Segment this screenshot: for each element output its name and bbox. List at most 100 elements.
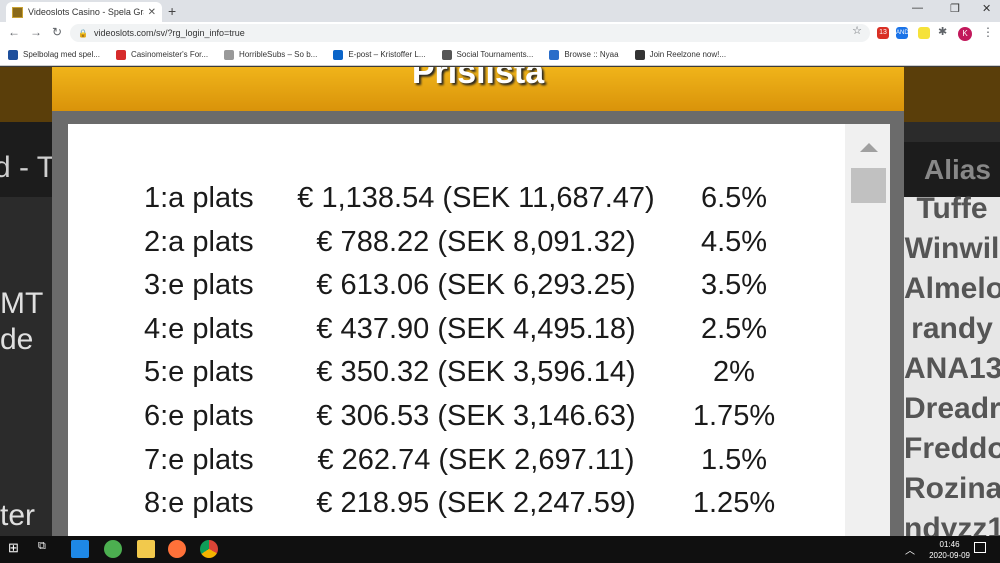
prize-place: 1:a plats	[144, 182, 254, 214]
forward-icon[interactable]: →	[30, 25, 42, 39]
clock-time: 01:46	[939, 540, 960, 549]
extension-and-icon[interactable]: AND	[896, 27, 909, 39]
address-bar[interactable]: 🔒 videoslots.com/sv/?rg_login_info=true …	[70, 24, 870, 42]
scrollbar-thumb[interactable]	[851, 168, 886, 203]
prize-amount: € 613.06 (SEK 6,293.25)	[316, 269, 636, 302]
bookmark-label: Browse :: Nyaa	[564, 50, 619, 59]
menu-dots-icon[interactable]: ⋮	[982, 25, 994, 39]
prize-percentage: 1.5%	[700, 443, 768, 476]
leaderboard-alias: randy	[911, 312, 993, 345]
prize-row: 2:a plats € 788.22 (SEK 8,091.32) 4.5%	[68, 226, 845, 269]
firefox-icon[interactable]	[168, 540, 186, 558]
modal-header: Prislista	[52, 67, 904, 111]
task-view-icon[interactable]: ⧉	[38, 540, 56, 558]
leaderboard-alias: Tuffe	[916, 192, 988, 225]
taskbar-clock[interactable]: 01:46 2020-09-09	[929, 539, 970, 561]
bookmark-favicon-icon	[224, 49, 235, 60]
prize-row: 6:e plats € 306.53 (SEK 3,146.63) 1.75%	[68, 400, 845, 443]
bookmark-item[interactable]: Social Tournaments...	[441, 49, 533, 60]
utorrent-icon[interactable]	[104, 540, 122, 558]
browser-toolbar: ← → ↻ 🔒 videoslots.com/sv/?rg_login_info…	[0, 22, 1000, 44]
prize-percentage: 3.5%	[700, 269, 768, 302]
bookmark-favicon-icon	[634, 49, 645, 60]
reload-icon[interactable]: ↻	[52, 25, 62, 39]
bookmark-label: Casinomeister's For...	[130, 50, 209, 59]
browser-tab[interactable]: Videoslots Casino - Spela Gratis ✕	[6, 2, 162, 22]
prize-amount: € 788.22 (SEK 8,091.32)	[316, 225, 636, 258]
bookmark-label: Join Reelzone now!...	[649, 50, 727, 59]
prize-place: 2:a plats	[144, 225, 254, 258]
prize-amount: € 306.53 (SEK 3,146.63)	[316, 400, 636, 432]
prize-row: 3:e plats € 613.06 (SEK 6,293.25) 3.5%	[68, 269, 845, 312]
bookmark-star-icon[interactable]: ☆	[852, 24, 862, 37]
bookmark-item[interactable]: Spelbolag med spel...	[8, 49, 100, 60]
bookmark-favicon-icon	[441, 49, 452, 60]
notifications-icon[interactable]	[974, 542, 986, 553]
file-explorer-icon[interactable]	[137, 540, 155, 558]
prize-amount: € 262.74 (SEK 2,697.11)	[317, 443, 635, 476]
prize-percentage: 4.5%	[700, 225, 768, 258]
leaderboard-alias: ANA13	[904, 352, 1000, 385]
prize-amount: € 350.32 (SEK 3,596.14)	[316, 356, 636, 389]
background-text: d - T	[0, 151, 56, 184]
bookmark-item[interactable]: Browse :: Nyaa	[549, 49, 619, 60]
prize-percentage: 1.25%	[692, 487, 776, 520]
profile-avatar[interactable]: K	[958, 27, 972, 41]
prize-amount: € 1,138.54 (SEK 11,687.47)	[297, 182, 655, 214]
prize-row: 5:e plats € 350.32 (SEK 3,596.14) 2%	[68, 356, 845, 399]
background-leaderboard: Alias Tuffe Winwil Almelo9 randy ANA13 Dreadr…	[904, 142, 1000, 536]
leaderboard-header: Alias	[904, 142, 1000, 197]
leaderboard-alias: Almelo9	[904, 272, 1000, 305]
videoslots-favicon-icon	[12, 6, 23, 18]
leaderboard-alias: Rozina	[904, 472, 1000, 505]
prize-percentage: 2%	[713, 356, 755, 389]
background-text: ter	[0, 499, 36, 532]
back-icon[interactable]: ←	[8, 25, 20, 39]
prize-place: 7:e plats	[144, 443, 254, 476]
tab-strip: Videoslots Casino - Spela Gratis ✕ + — ❐…	[0, 0, 1000, 22]
bookmark-label: HorribleSubs – So b...	[239, 50, 318, 59]
clock-date: 2020-09-09	[929, 551, 970, 560]
prize-place: 8:e plats	[144, 487, 254, 520]
tab-title: Videoslots Casino - Spela Gratis	[28, 7, 144, 17]
bookmark-item[interactable]: Join Reelzone now!...	[634, 49, 727, 60]
windows-taskbar: ⊞ ⧉ ︿ 01:46 2020-09-09	[0, 536, 1000, 563]
bookmark-favicon-icon	[8, 49, 18, 60]
prize-row: 4:e plats € 437.90 (SEK 4,495.18) 2.5%	[68, 313, 845, 356]
extensions-puzzle-icon[interactable]: ✱	[938, 25, 947, 38]
close-window-icon[interactable]: ✕	[982, 2, 991, 15]
lock-icon: 🔒	[78, 28, 88, 38]
background-text: de	[0, 323, 34, 356]
prize-percentage: 2.5%	[700, 312, 768, 345]
leaderboard-alias: Dreadro	[904, 392, 1000, 425]
bookmark-label: E-post – Kristoffer L...	[348, 50, 426, 59]
tray-chevron-icon[interactable]: ︿	[905, 542, 915, 557]
leaderboard-alias: Freddo	[904, 432, 1000, 465]
prize-place: 4:e plats	[144, 312, 254, 345]
page-content: d - T MT de ter Alias Tuffe Winwil Almelo9…	[0, 67, 1000, 536]
bookmark-item[interactable]: HorribleSubs – So b...	[224, 49, 318, 60]
prize-row: 7:e plats € 262.74 (SEK 2,697.11) 1.5%	[68, 444, 845, 487]
close-tab-icon[interactable]: ✕	[148, 7, 156, 18]
bookmark-item[interactable]: E-post – Kristoffer L...	[333, 49, 426, 60]
app-icon[interactable]	[71, 540, 89, 558]
scroll-up-icon[interactable]	[860, 143, 878, 152]
alias-header: Alias	[924, 154, 991, 185]
windows-start-icon[interactable]: ⊞	[8, 540, 26, 558]
chrome-icon[interactable]	[200, 540, 218, 558]
extension-note-icon[interactable]	[918, 27, 930, 39]
modal-title: Prislista	[411, 67, 545, 91]
background-text: MT	[0, 287, 44, 320]
extension-badge-icon[interactable]: 13	[877, 27, 889, 39]
bookmark-favicon-icon	[115, 49, 126, 60]
minimize-icon[interactable]: —	[912, 2, 923, 14]
prize-amount: € 218.95 (SEK 2,247.59)	[316, 487, 636, 520]
restore-icon[interactable]: ❐	[950, 2, 960, 15]
prize-percentage: 6.5%	[700, 182, 768, 214]
prize-place: 3:e plats	[144, 269, 254, 302]
url-text: videoslots.com/sv/?rg_login_info=true	[93, 28, 245, 38]
prize-amount: € 437.90 (SEK 4,495.18)	[316, 312, 636, 345]
bookmark-item[interactable]: Casinomeister's For...	[115, 49, 209, 60]
new-tab-button[interactable]: +	[168, 3, 176, 19]
bookmarks-bar: Spelbolag med spel... Casinomeister's For…	[0, 44, 1000, 66]
